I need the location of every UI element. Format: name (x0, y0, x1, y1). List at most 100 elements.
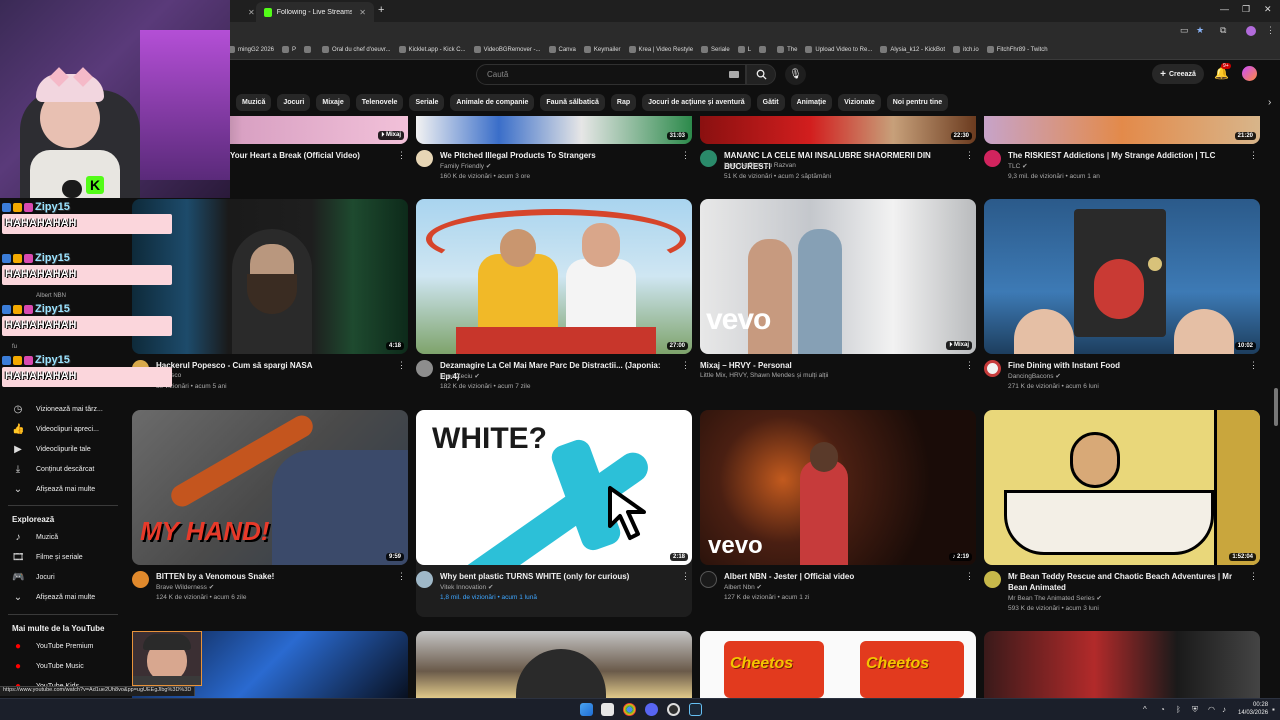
video-title[interactable]: BITTEN by a Venomous Snake! (156, 571, 392, 582)
filter-chip[interactable]: Jocuri (277, 94, 311, 111)
channel-name[interactable]: Albert Nbn ✔ (724, 583, 762, 591)
channel-avatar[interactable] (700, 150, 717, 167)
sidebar-item[interactable]: ◷ Vizionează mai târz... (12, 401, 103, 417)
video-title[interactable]: Hackerul Popesco - Cum să spargi NASA (156, 360, 392, 371)
filter-chip[interactable]: Noi pentru tine (886, 94, 949, 111)
video-thumbnail[interactable]: 10:02 (984, 199, 1260, 354)
video-thumbnail[interactable]: 31:03 (416, 116, 692, 144)
more-options-icon[interactable]: ⋮ (397, 150, 406, 161)
close-tab-icon[interactable]: ✕ (359, 8, 366, 17)
more-options-icon[interactable]: ⋮ (397, 360, 406, 371)
bookmark-item[interactable]: itch.io (953, 46, 979, 53)
keyboard-icon[interactable] (729, 71, 739, 78)
more-options-icon[interactable]: ⋮ (965, 360, 974, 371)
video-thumbnail[interactable]: WHITE? 2:18 (416, 410, 692, 565)
filter-chip[interactable]: Seriale (409, 94, 445, 111)
video-card-hovered[interactable]: WHITE? 2:18 Why bent plastic TURNS WHITE… (416, 410, 692, 617)
bookmark-item[interactable]: Keymailer (583, 46, 621, 53)
chevron-right-icon[interactable]: › (1268, 97, 1271, 108)
video-card[interactable]: 1:52:04 Mr Bean Teddy Rescue and Chaotic… (984, 410, 1260, 617)
discord-icon[interactable] (645, 703, 658, 716)
account-avatar[interactable] (1242, 66, 1257, 81)
bookmark-item[interactable]: FitchFhr89 - Twitch (986, 46, 1048, 53)
bookmark-item[interactable]: L (737, 46, 751, 53)
filter-chip[interactable]: Vizionate (838, 94, 881, 111)
video-title[interactable]: Mr Bean Teddy Rescue and Chaotic Beach A… (1008, 571, 1244, 593)
bookmark-item[interactable]: Kicklet.app - Kick C... (398, 46, 466, 53)
filter-chip[interactable]: Rap (610, 94, 637, 111)
scrollbar-thumb[interactable] (1274, 388, 1278, 426)
profile-icon[interactable] (1246, 26, 1256, 36)
shield-icon[interactable]: ⛨ (1192, 705, 1198, 715)
volume-icon[interactable]: ♪ (1222, 705, 1226, 714)
filter-chip[interactable]: Animație (790, 94, 833, 111)
channel-avatar[interactable] (416, 571, 433, 588)
bookmark-item[interactable] (304, 46, 314, 53)
filter-chip[interactable]: Faună sălbatică (540, 94, 605, 111)
video-card[interactable]: vevo ⏵ Mixaj Mixaj – HRVY - Personal Lit… (700, 199, 976, 406)
channel-name[interactable]: Theo Zeciu ✔ (440, 372, 480, 380)
video-card[interactable]: MANANC LA CELE MAI INSALUBRE SHAORMERII … (700, 150, 976, 196)
browser-tab-prev[interactable]: ✕ (232, 2, 256, 22)
video-card[interactable]: 10:02 Fine Dining with Instant Food Danc… (984, 199, 1260, 406)
bookmark-item[interactable]: Upload Video to Re... (805, 46, 872, 53)
sidebar-item[interactable]: ⤓ Conținut descărcat (12, 461, 95, 477)
channel-avatar[interactable] (416, 360, 433, 377)
video-thumbnail[interactable]: 21:20 (984, 116, 1260, 144)
bookmark-item[interactable]: mingG2 2026 (228, 46, 274, 53)
channel-avatar[interactable] (132, 571, 149, 588)
voice-search-button[interactable]: 🎙 (785, 64, 806, 85)
video-title[interactable]: Albert NBN - Jester | Official video (724, 571, 960, 582)
video-card[interactable]: The RISKIEST Addictions | My Strange Add… (984, 150, 1260, 196)
video-thumbnail[interactable]: vevo ⏵ Mixaj (700, 199, 976, 354)
browser-tab-active[interactable]: Following - Live Streams on Ki ✕ (256, 2, 374, 22)
sidebar-item[interactable]: ● YouTube Premium (12, 638, 94, 654)
minimize-icon[interactable]: — (1220, 4, 1229, 14)
bookmark-item[interactable]: Alysia_k12 - KickBot (880, 46, 945, 53)
channel-name[interactable]: Mr Bean The Animated Series ✔ (1008, 594, 1102, 602)
chevron-up-icon[interactable]: ^ (1143, 705, 1147, 714)
search-button[interactable] (746, 64, 776, 85)
more-options-icon[interactable]: ⋮ (397, 571, 406, 582)
sidebar-item[interactable]: ⌄ Afișează mai multe (12, 481, 95, 497)
video-thumbnail[interactable]: vevo ♪ 2:19 (700, 410, 976, 565)
obs-icon[interactable] (667, 703, 680, 716)
video-thumbnail[interactable]: Cheetos Cheetos (700, 631, 976, 698)
video-title[interactable]: Your Heart a Break (Official Video) (230, 150, 410, 161)
sidebar-item[interactable]: 🎮 Jocuri (12, 569, 55, 585)
task-view-icon[interactable] (601, 703, 614, 716)
video-title[interactable]: Fine Dining with Instant Food (1008, 360, 1244, 371)
video-card[interactable]: MY HAND! 9:59 BITTEN by a Venomous Snake… (132, 410, 408, 617)
bookmark-item[interactable]: Krea | Video Restyle (628, 46, 693, 53)
bluetooth-icon[interactable]: ᛒ (1176, 705, 1181, 714)
filter-chip[interactable]: Animale de companie (450, 94, 535, 111)
channel-name[interactable]: DancingBacons ✔ (1008, 372, 1061, 380)
windows-start-icon[interactable] (580, 703, 593, 716)
more-options-icon[interactable]: ⋮ (681, 150, 690, 161)
close-tab-icon[interactable]: ✕ (248, 8, 255, 17)
bookmark-item[interactable]: Seriale (701, 46, 730, 53)
chrome-icon[interactable] (623, 703, 636, 716)
channel-name[interactable]: Vitek Innovation ✔ (440, 583, 493, 591)
maximize-icon[interactable]: ❐ (1242, 4, 1250, 15)
more-options-icon[interactable]: ⋮ (965, 571, 974, 582)
channel-avatar[interactable] (984, 571, 1001, 588)
sidebar-item[interactable]: 👍 Videoclipuri apreci... (12, 421, 99, 437)
video-thumbnail[interactable]: 1:52:04 (984, 410, 1260, 565)
sidebar-item[interactable]: ● YouTube Music (12, 658, 84, 674)
video-card[interactable]: vevo ♪ 2:19 Albert NBN - Jester | Offici… (700, 410, 976, 617)
video-thumbnail[interactable]: 22:30 (700, 116, 976, 144)
channel-avatar[interactable] (984, 360, 1001, 377)
new-tab-icon[interactable]: + (378, 4, 384, 16)
more-options-icon[interactable]: ⋮ (681, 360, 690, 371)
network-icon[interactable]: ◔ (1160, 705, 1165, 714)
create-button[interactable]: + Creează (1152, 64, 1204, 84)
more-options-icon[interactable]: ⋮ (1249, 150, 1258, 161)
video-title[interactable]: The RISKIEST Addictions | My Strange Add… (1008, 150, 1244, 161)
filter-chip[interactable]: Jocuri de acțiune și aventură (642, 94, 751, 111)
more-options-icon[interactable]: ⋮ (965, 150, 974, 161)
notifications-button[interactable]: 🔔 9+ (1214, 63, 1231, 80)
channel-avatar[interactable] (700, 571, 717, 588)
channel-name[interactable]: TLC ✔ (1008, 162, 1028, 170)
more-options-icon[interactable]: ⋮ (1249, 360, 1258, 371)
